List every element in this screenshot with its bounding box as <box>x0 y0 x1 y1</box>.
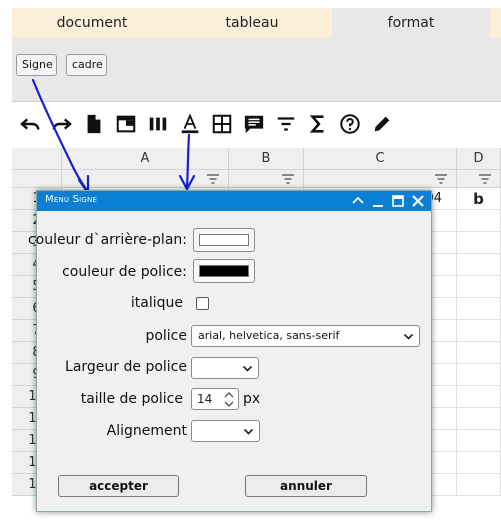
grid-cell[interactable] <box>457 364 501 386</box>
grid-cell[interactable] <box>457 298 501 320</box>
signe-dialog: Menu Signe couleur d`arrière-plan: coule… <box>28 190 432 512</box>
filter-icon[interactable] <box>273 111 299 137</box>
grid-cell[interactable] <box>457 210 501 232</box>
column-filter-a <box>62 170 229 188</box>
column-header-a[interactable]: A <box>62 148 229 170</box>
chevron-down-icon <box>243 428 254 435</box>
grid-cell[interactable] <box>457 386 501 408</box>
main-tabbar: document tableau format <box>12 8 501 38</box>
tab-tableau[interactable]: tableau <box>172 8 332 38</box>
grid-cell[interactable] <box>457 276 501 298</box>
signe-button[interactable]: Signe <box>16 54 57 76</box>
column-filter-icon[interactable] <box>478 173 492 185</box>
columns-icon[interactable] <box>145 111 171 137</box>
grid-cell[interactable] <box>457 408 501 430</box>
grid-cell[interactable] <box>457 342 501 364</box>
accept-button[interactable]: accepter <box>58 475 179 497</box>
window-icon[interactable] <box>113 111 139 137</box>
icon-toolbar <box>12 102 501 148</box>
tab-overflow <box>490 8 501 38</box>
font-family-value: arial, helvetica, sans-serif <box>198 329 340 342</box>
bg-color-picker[interactable] <box>193 228 255 252</box>
help-icon[interactable] <box>337 111 363 137</box>
column-filter-b <box>229 170 304 188</box>
column-header-b[interactable]: B <box>229 148 304 170</box>
column-header-c[interactable]: C <box>304 148 457 170</box>
font-color-swatch <box>199 265 249 277</box>
grid-corner-filter <box>12 170 62 188</box>
chevron-down-icon <box>242 365 253 372</box>
pencil-icon[interactable] <box>369 111 395 137</box>
bg-color-swatch <box>199 234 249 246</box>
grid-cell[interactable] <box>457 430 501 452</box>
alignment-label: Alignement <box>106 423 187 439</box>
column-filter-icon[interactable] <box>281 173 295 185</box>
italic-label: italique <box>130 295 183 311</box>
column-filter-c <box>304 170 457 188</box>
italic-checkbox[interactable] <box>196 297 209 310</box>
font-size-unit: px <box>243 391 261 407</box>
tab-format[interactable]: format <box>332 8 490 38</box>
font-width-label: Largeur de police <box>65 359 187 375</box>
column-filter-icon[interactable] <box>434 173 448 185</box>
grid-cell[interactable] <box>457 320 501 342</box>
column-filter-icon[interactable] <box>206 173 220 185</box>
spinner-arrows-icon[interactable] <box>223 391 235 408</box>
document-icon[interactable] <box>81 111 107 137</box>
alignment-select[interactable] <box>191 420 260 442</box>
close-icon[interactable] <box>410 193 426 209</box>
font-color-label: couleur de police: <box>62 264 187 280</box>
text-color-icon[interactable] <box>177 111 203 137</box>
font-family-select[interactable]: arial, helvetica, sans-serif <box>191 325 420 347</box>
dialog-titlebar[interactable]: Menu Signe <box>37 191 431 211</box>
bg-color-label: couleur d`arrière-plan: <box>27 232 187 248</box>
undo-icon[interactable] <box>17 111 43 137</box>
cadre-button[interactable]: cadre <box>66 54 107 76</box>
font-size-input[interactable]: 14 <box>191 388 239 410</box>
format-subtoolbar: Signe cadre <box>12 38 501 102</box>
comment-icon[interactable] <box>241 111 267 137</box>
maximize-icon[interactable] <box>390 193 406 209</box>
sum-icon[interactable] <box>305 111 331 137</box>
font-color-picker[interactable] <box>193 259 255 283</box>
grid-cell[interactable] <box>457 452 501 474</box>
redo-icon[interactable] <box>49 111 75 137</box>
font-size-value: 14 <box>197 392 213 406</box>
font-size-label: taille de police <box>80 391 183 407</box>
font-label: police <box>145 328 187 344</box>
dialog-title: Menu Signe <box>45 194 98 205</box>
chevron-up-icon[interactable] <box>350 193 366 209</box>
tab-document[interactable]: document <box>12 8 172 38</box>
grid-cell[interactable]: b <box>457 188 501 210</box>
chevron-down-icon <box>403 333 414 340</box>
minimize-icon[interactable] <box>370 193 386 209</box>
column-filter-d <box>457 170 501 188</box>
table-grid-icon[interactable] <box>209 111 235 137</box>
column-header-d[interactable]: D <box>457 148 501 170</box>
grid-cell[interactable] <box>457 232 501 254</box>
grid-corner <box>12 148 62 170</box>
grid-cell[interactable] <box>457 474 501 496</box>
grid-cell[interactable] <box>457 254 501 276</box>
font-width-select[interactable] <box>191 357 259 379</box>
cancel-button[interactable]: annuler <box>245 475 367 497</box>
